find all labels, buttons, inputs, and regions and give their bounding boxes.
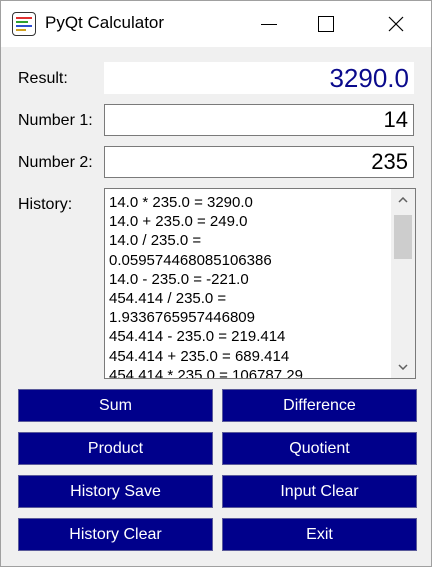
- history-line: 0.059574468085106386: [109, 251, 272, 269]
- history-line: 14.0 * 235.0 = 3290.0: [109, 194, 253, 211]
- number1-label: Number 1:: [18, 112, 93, 129]
- chevron-down-icon: [398, 364, 408, 370]
- scroll-up-button[interactable]: [391, 189, 415, 211]
- title-bar[interactable]: PyQt Calculator: [1, 1, 431, 47]
- calculator-window: PyQt Calculator Result: 3290.0 Number 1:…: [0, 0, 432, 567]
- number2-input[interactable]: 235: [104, 146, 414, 178]
- history-save-button[interactable]: History Save: [18, 475, 213, 508]
- product-button[interactable]: Product: [18, 432, 213, 465]
- history-label: History:: [18, 196, 73, 213]
- history-scrollbar[interactable]: [391, 189, 415, 378]
- close-button[interactable]: [373, 1, 419, 47]
- history-line: 454.414 - 235.0 = 219.414: [109, 328, 286, 346]
- window-title: PyQt Calculator: [45, 13, 165, 32]
- close-icon: [388, 16, 404, 32]
- history-line: 1.9336765957446809: [109, 309, 255, 327]
- chevron-up-icon: [398, 197, 408, 203]
- difference-button[interactable]: Difference: [222, 389, 417, 422]
- scroll-thumb[interactable]: [394, 215, 412, 259]
- app-icon: [12, 12, 36, 36]
- scroll-down-button[interactable]: [391, 356, 415, 378]
- result-display: 3290.0: [104, 62, 414, 94]
- history-clear-button[interactable]: History Clear: [18, 518, 213, 551]
- history-lines: 14.0 * 235.0 = 3290.0 14.0 + 235.0 = 249…: [109, 193, 391, 379]
- quotient-button[interactable]: Quotient: [222, 432, 417, 465]
- history-line: 454.414 + 235.0 = 689.414: [109, 347, 290, 365]
- maximize-icon: [318, 16, 334, 32]
- number2-label: Number 2:: [18, 154, 93, 171]
- minimize-button[interactable]: [246, 1, 292, 47]
- history-line: 454.414 * 235.0 = 106787.29: [109, 366, 303, 379]
- history-line: 14.0 / 235.0 =: [109, 232, 202, 250]
- history-line: 14.0 + 235.0 = 249.0: [109, 213, 248, 231]
- sum-button[interactable]: Sum: [18, 389, 213, 422]
- exit-button[interactable]: Exit: [222, 518, 417, 551]
- minimize-icon: [261, 23, 277, 25]
- input-clear-button[interactable]: Input Clear: [222, 475, 417, 508]
- result-label: Result:: [18, 70, 68, 87]
- number1-input[interactable]: 14: [104, 104, 414, 136]
- history-textbox[interactable]: 14.0 * 235.0 = 3290.0 14.0 + 235.0 = 249…: [104, 188, 416, 379]
- history-line: 454.414 / 235.0 =: [109, 290, 227, 308]
- maximize-button[interactable]: [303, 1, 349, 47]
- history-line: 14.0 - 235.0 = -221.0: [109, 270, 249, 288]
